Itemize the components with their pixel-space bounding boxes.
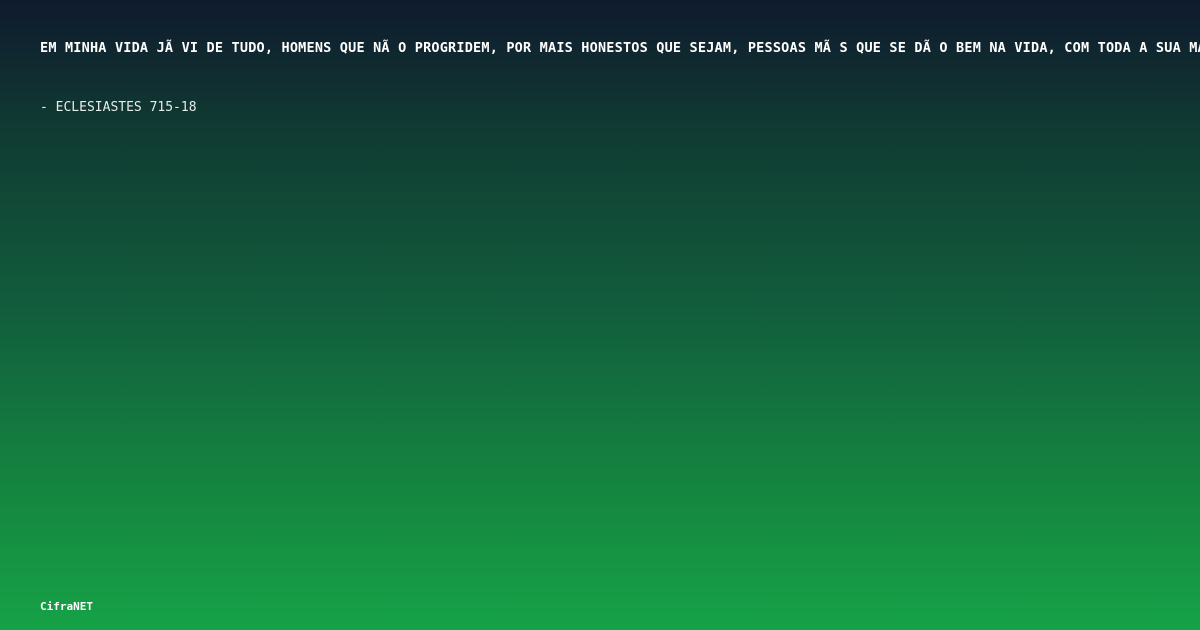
brand-logo: CifraNET	[40, 600, 93, 613]
share-card: EM MINHA VIDA JÃ VI DE TUDO, HOMENS QUE …	[0, 0, 1200, 630]
quote-text: EM MINHA VIDA JÃ VI DE TUDO, HOMENS QUE …	[40, 40, 1200, 56]
verse-reference: - ECLESIASTES 715-18	[40, 100, 197, 115]
